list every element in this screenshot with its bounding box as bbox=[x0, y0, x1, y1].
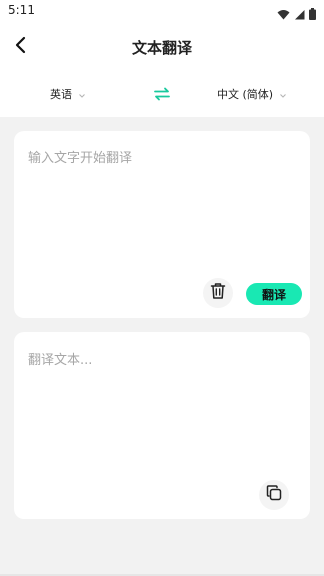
output-card: 翻译文本... bbox=[14, 332, 310, 519]
copy-button[interactable] bbox=[259, 480, 289, 510]
target-language-select[interactable]: 中文 (简体) bbox=[217, 86, 287, 102]
translation-output: 翻译文本... bbox=[28, 353, 93, 368]
input-card: 翻译 bbox=[14, 131, 310, 318]
chevron-down-icon bbox=[279, 90, 287, 98]
chevron-down-icon bbox=[78, 90, 86, 98]
battery-icon bbox=[309, 5, 316, 24]
translate-button[interactable]: 翻译 bbox=[246, 283, 302, 305]
status-icons bbox=[277, 5, 316, 24]
nav-bar: 文本翻译 bbox=[0, 28, 324, 68]
target-language-label: 中文 (简体) bbox=[217, 88, 274, 101]
status-time: 5:11 bbox=[8, 3, 35, 17]
swap-arrows-icon bbox=[154, 86, 170, 105]
clear-button[interactable] bbox=[203, 278, 233, 308]
signal-icon bbox=[294, 5, 305, 24]
header-area: 5:11 文本翻译 英语 中文 (简体) bbox=[0, 0, 324, 117]
source-language-select[interactable]: 英语 bbox=[50, 86, 86, 102]
source-text-input[interactable] bbox=[28, 147, 296, 267]
wifi-icon bbox=[277, 5, 290, 24]
swap-languages-button[interactable] bbox=[152, 85, 172, 105]
language-bar: 英语 中文 (简体) bbox=[0, 78, 324, 112]
source-language-label: 英语 bbox=[50, 88, 72, 101]
page-title: 文本翻译 bbox=[131, 39, 192, 57]
trash-icon bbox=[210, 282, 226, 304]
status-bar: 5:11 bbox=[0, 0, 324, 24]
copy-icon bbox=[265, 484, 283, 506]
